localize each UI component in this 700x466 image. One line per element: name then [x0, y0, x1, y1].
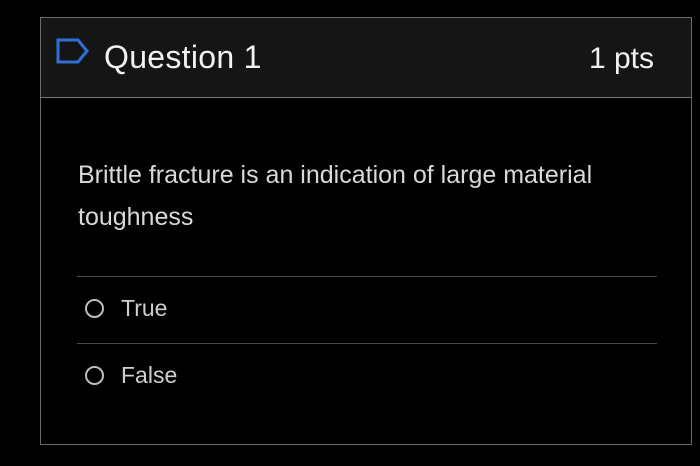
- radio-button-true[interactable]: [85, 299, 104, 318]
- divider: [77, 276, 657, 277]
- question-title: Question 1: [104, 39, 262, 75]
- question-points: 1 pts: [588, 42, 654, 75]
- question-card: Question 1 1 pts Brittle fracture is an …: [40, 17, 692, 445]
- question-text: Brittle fracture is an indication of lar…: [78, 161, 593, 231]
- radio-button-false[interactable]: [85, 366, 104, 385]
- flag-question-icon[interactable]: [56, 38, 90, 64]
- divider: [77, 343, 657, 344]
- answer-option-true[interactable]: True: [85, 291, 645, 331]
- answer-option-false[interactable]: False: [85, 358, 645, 398]
- answer-label-false[interactable]: False: [121, 362, 177, 389]
- question-header: Question 1 1 pts: [41, 18, 691, 98]
- answer-label-true[interactable]: True: [121, 295, 167, 322]
